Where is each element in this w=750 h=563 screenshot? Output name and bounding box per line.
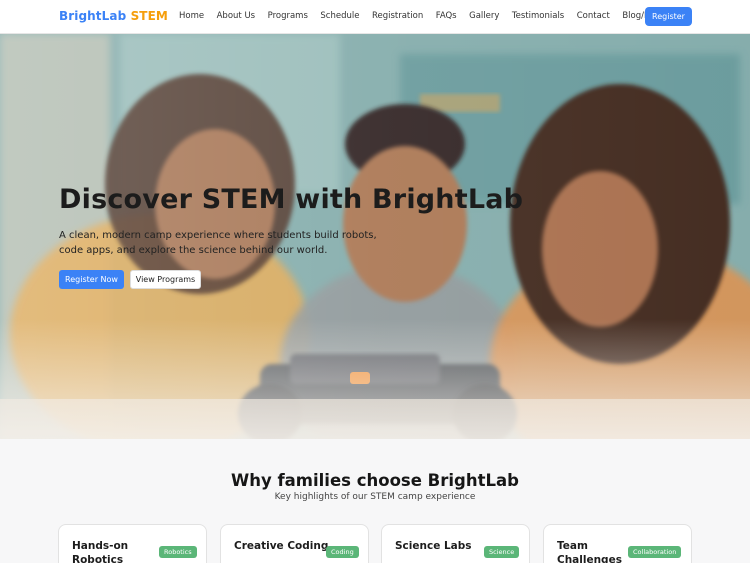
feature-card-science[interactable]: Science Labs Science	[381, 524, 530, 563]
feature-card-title: Creative Coding	[234, 540, 329, 552]
features-title: Why families choose BrightLab	[231, 471, 519, 490]
hero-subtitle: A clean, modern camp experience where st…	[59, 230, 377, 256]
brand-name-part2: STEM	[130, 9, 168, 23]
brand-name-part1: BrightLab	[59, 9, 127, 23]
features-subtitle: Key highlights of our STEM camp experien…	[274, 492, 476, 502]
feature-card-team[interactable]: Team Challenges Collaboration	[543, 524, 692, 563]
nav-item-schedule[interactable]: Schedule	[320, 11, 359, 21]
feature-card-badge: Robotics	[159, 546, 197, 558]
nav-item-testimonials[interactable]: Testimonials	[512, 11, 564, 21]
feature-card-coding[interactable]: Creative Coding Coding	[220, 524, 369, 563]
nav-item-home[interactable]: Home	[179, 11, 204, 21]
nav-item-faqs[interactable]: FAQs	[436, 11, 457, 21]
register-now-button[interactable]: Register Now	[59, 270, 124, 289]
feature-card-title: Science Labs	[395, 540, 472, 552]
nav-item-registration[interactable]: Registration	[372, 11, 423, 21]
view-programs-button[interactable]: View Programs	[130, 270, 201, 289]
brand-logo[interactable]: BrightLab STEM	[59, 9, 168, 23]
feature-card-badge: Coding	[326, 546, 359, 558]
nav-item-gallery[interactable]: Gallery	[469, 11, 499, 21]
feature-card-title: Hands-on Robotics	[72, 540, 129, 563]
site-header: BrightLab STEM Home About Us Programs Sc…	[0, 0, 750, 34]
feature-card-title: Team Challenges	[557, 540, 622, 563]
header-register-button[interactable]: Register	[645, 7, 692, 26]
feature-card-robotics[interactable]: Hands-on Robotics Robotics	[58, 524, 207, 563]
hero-title: Discover STEM with BrightLab	[59, 184, 524, 215]
main-nav: Home About Us Programs Schedule Registra…	[179, 11, 667, 21]
feature-card-badge: Science	[484, 546, 520, 558]
nav-item-programs[interactable]: Programs	[268, 11, 308, 21]
nav-item-about-us[interactable]: About Us	[217, 11, 255, 21]
nav-item-contact[interactable]: Contact	[577, 11, 610, 21]
hero-bottom-fade	[0, 319, 750, 439]
feature-card-badge: Collaboration	[628, 546, 682, 558]
